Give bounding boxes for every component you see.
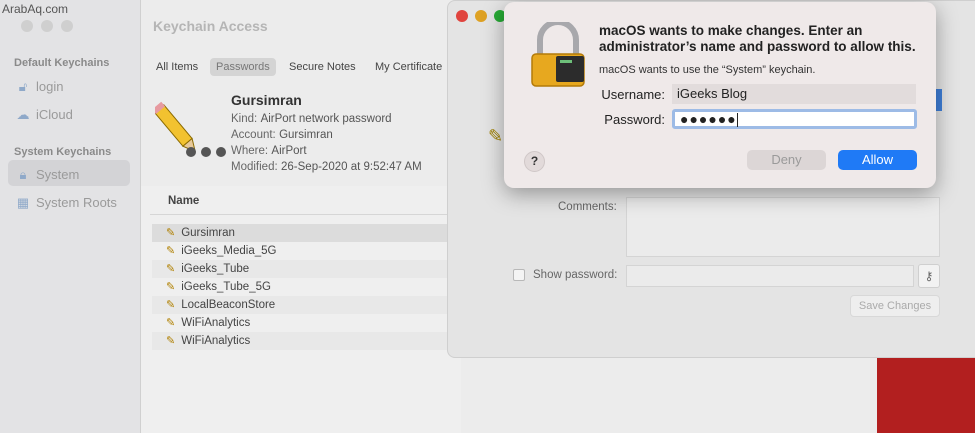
list-header[interactable]: Name <box>150 188 450 215</box>
save-changes-button[interactable]: Save Changes <box>850 295 940 317</box>
keychain-lock-icon <box>528 19 588 88</box>
sidebar-item-login[interactable]: 🔓︎ login <box>16 78 64 94</box>
minimize-dot[interactable] <box>41 20 53 32</box>
show-password-checkbox[interactable] <box>513 269 525 281</box>
dialog-subtitle: macOS wants to use the “System” keychain… <box>599 64 816 76</box>
close-button[interactable] <box>456 10 468 22</box>
lock-icon: 🔒︎ <box>19 166 27 182</box>
dialog-title: macOS wants to make changes. Enter an ad… <box>599 23 916 54</box>
where-row: Where: AirPort <box>231 145 307 157</box>
default-keychains-heading: Default Keychains <box>14 57 110 69</box>
comments-label: Comments: <box>558 201 617 213</box>
sidebar-item-system[interactable]: 🔒︎ System <box>16 166 80 182</box>
account-row: Account: Gursimran <box>231 129 333 141</box>
item-detail: Gursimran Kind: AirPort network password… <box>141 82 461 186</box>
desktop-background <box>877 356 975 433</box>
pencil-icon: ✎ <box>488 126 504 146</box>
table-row[interactable]: ✎ WiFiAnalytics <box>152 332 452 350</box>
pencil-icon: ✎ <box>166 299 176 311</box>
table-row[interactable]: ✎ WiFiAnalytics <box>152 314 452 332</box>
table-row[interactable]: ✎ iGeeks_Tube <box>152 260 452 278</box>
allow-button[interactable]: Allow <box>838 150 917 170</box>
comments-field[interactable] <box>626 197 940 257</box>
table-row[interactable]: ✎ Gursimran <box>152 224 452 242</box>
system-keychains-heading: System Keychains <box>14 146 112 158</box>
tab-passwords[interactable]: Passwords <box>210 58 276 76</box>
unlock-icon: 🔓︎ <box>18 78 28 94</box>
pencil-icon <box>152 96 231 158</box>
table-row[interactable]: ✎ iGeeks_Media_5G <box>152 242 452 260</box>
window-title: Keychain Access <box>153 18 268 34</box>
tab-secure-notes[interactable]: Secure Notes <box>283 58 362 76</box>
cloud-icon: ☁ <box>16 106 30 122</box>
deny-button[interactable]: Deny <box>747 150 826 170</box>
column-name-header[interactable]: Name <box>168 195 199 207</box>
close-dot[interactable] <box>21 20 33 32</box>
cabinet-icon: ▦ <box>16 194 30 210</box>
pencil-icon: ✎ <box>166 263 176 275</box>
sidebar-item-label: System Roots <box>36 195 117 210</box>
pencil-icon: ✎ <box>166 245 176 257</box>
username-label: Username: <box>601 87 665 102</box>
tab-all-items[interactable]: All Items <box>150 58 204 76</box>
sidebar: Default Keychains 🔓︎ login ☁ iCloud Syst… <box>0 0 141 433</box>
pencil-icon: ✎ <box>166 227 176 239</box>
password-field[interactable]: ●●●●●● <box>672 109 917 129</box>
modified-row: Modified: 26-Sep-2020 at 9:52:47 AM <box>231 161 422 173</box>
sidebar-item-label: System <box>36 167 80 182</box>
kind-row: Kind: AirPort network password <box>231 113 392 125</box>
sidebar-item-label: iCloud <box>36 107 73 122</box>
username-field[interactable]: iGeeks Blog <box>672 84 916 104</box>
table-row[interactable]: ✎ iGeeks_Tube_5G <box>152 278 452 296</box>
watermark: ArabAq.com <box>2 2 69 16</box>
pencil-icon: ✎ <box>166 317 176 329</box>
zoom-dot[interactable] <box>61 20 73 32</box>
show-password-label: Show password: <box>533 269 618 281</box>
sidebar-item-icloud[interactable]: ☁ iCloud <box>16 107 73 122</box>
key-icon[interactable]: ⚷ <box>918 264 940 288</box>
text-cursor <box>736 113 738 128</box>
auth-dialog: macOS wants to make changes. Enter an ad… <box>504 2 936 188</box>
pencil-icon: ✎ <box>166 281 176 293</box>
item-name: Gursimran <box>231 92 302 108</box>
password-label: Password: <box>604 112 665 127</box>
tab-my-certificates[interactable]: My Certificate <box>369 58 448 76</box>
table-row[interactable]: ✎ LocalBeaconStore <box>152 296 452 314</box>
pencil-icon: ✎ <box>166 335 176 347</box>
password-field[interactable] <box>626 265 914 287</box>
sidebar-item-label: login <box>36 79 64 94</box>
minimize-button[interactable] <box>475 10 487 22</box>
help-button[interactable]: ? <box>524 151 545 172</box>
password-dots: ●●●●●● <box>680 111 737 127</box>
sidebar-item-system-roots[interactable]: ▦ System Roots <box>16 195 117 210</box>
